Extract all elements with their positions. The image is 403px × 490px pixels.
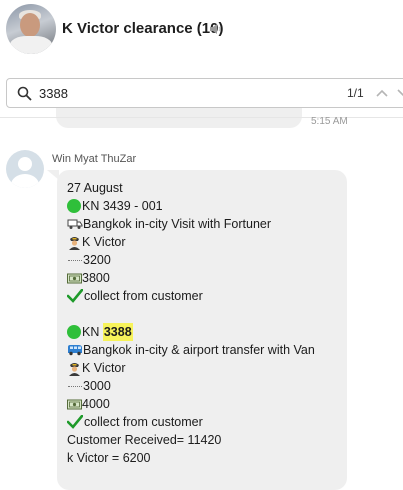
customer-received-total: Customer Received= 11420	[67, 433, 222, 447]
avatar-face	[20, 13, 40, 37]
van-icon	[68, 345, 82, 356]
chat-avatar[interactable]	[6, 4, 56, 54]
message-line: K Victor	[67, 359, 345, 377]
police-officer-icon	[69, 362, 80, 376]
chat-header: K Victor clearance (10)	[0, 0, 403, 62]
chat-title[interactable]: K Victor clearance (10)	[62, 20, 223, 37]
speaker-muted-icon	[210, 24, 221, 34]
police-officer-icon	[69, 236, 80, 250]
driver-name: K Victor	[82, 235, 126, 249]
message-text: 27 August KN 3439 - 001 Bangkok in-city …	[67, 179, 345, 467]
price-value: 3800	[82, 271, 110, 285]
message-line: Customer Received= 11420	[67, 431, 345, 449]
dotted-line-icon	[68, 385, 82, 387]
chevron-up-icon[interactable]	[375, 87, 389, 99]
message-line: Bangkok in-city & airport transfer with …	[67, 341, 345, 359]
green-circle-icon	[67, 199, 81, 213]
truck-icon	[67, 219, 83, 229]
message-line: collect from customer	[67, 287, 345, 305]
previous-message-time: 5:15 AM	[311, 116, 348, 127]
search-bar: 1/1	[6, 78, 403, 108]
driver-name: K Victor	[82, 361, 126, 375]
message-line: collect from customer	[67, 413, 345, 431]
message-line: KN 3439 - 001	[67, 197, 345, 215]
message-line: Bangkok in-city Visit with Fortuner	[67, 215, 345, 233]
message-line: 27 August	[67, 179, 345, 197]
message-bubble[interactable]: 27 August KN 3439 - 001 Bangkok in-city …	[57, 170, 347, 490]
avatar-head	[18, 157, 32, 171]
message-line: 3000	[67, 377, 345, 395]
avatar-body	[11, 174, 39, 188]
service-text: Bangkok in-city Visit with Fortuner	[83, 217, 272, 231]
price-value: 4000	[82, 397, 110, 411]
chevron-down-icon[interactable]	[396, 87, 403, 99]
booking-number: KN 3439 - 001	[82, 199, 163, 213]
check-mark-icon	[67, 415, 83, 429]
message-line: 3800	[67, 269, 345, 287]
message-line: 3200	[67, 251, 345, 269]
cost-value: 3200	[83, 253, 111, 267]
message-line: KN 3388	[67, 323, 345, 341]
booking-number-prefix: KN	[82, 325, 103, 339]
search-input[interactable]	[39, 83, 329, 103]
banknote-icon	[67, 273, 82, 283]
sender-name[interactable]: Win Myat ThuZar	[52, 153, 136, 165]
previous-message-bubble[interactable]	[56, 108, 302, 128]
driver-total: k Victor = 6200	[67, 451, 151, 465]
cost-value: 3000	[83, 379, 111, 393]
green-circle-icon	[67, 325, 81, 339]
dotted-line-icon	[68, 259, 82, 261]
banknote-icon	[67, 399, 82, 409]
service-text: Bangkok in-city & airport transfer with …	[83, 343, 315, 357]
message-line: K Victor	[67, 233, 345, 251]
check-mark-icon	[67, 289, 83, 303]
sender-avatar[interactable]	[6, 150, 44, 188]
collect-note: collect from customer	[84, 415, 203, 429]
collect-note: collect from customer	[84, 289, 203, 303]
message-line: 4000	[67, 395, 345, 413]
date-text: 27 August	[67, 181, 123, 195]
search-result-count: 1/1	[347, 86, 364, 100]
message-line: k Victor = 6200	[67, 449, 345, 467]
avatar-shirt	[10, 36, 52, 54]
search-highlight: 3388	[102, 323, 133, 341]
search-icon	[17, 86, 32, 101]
